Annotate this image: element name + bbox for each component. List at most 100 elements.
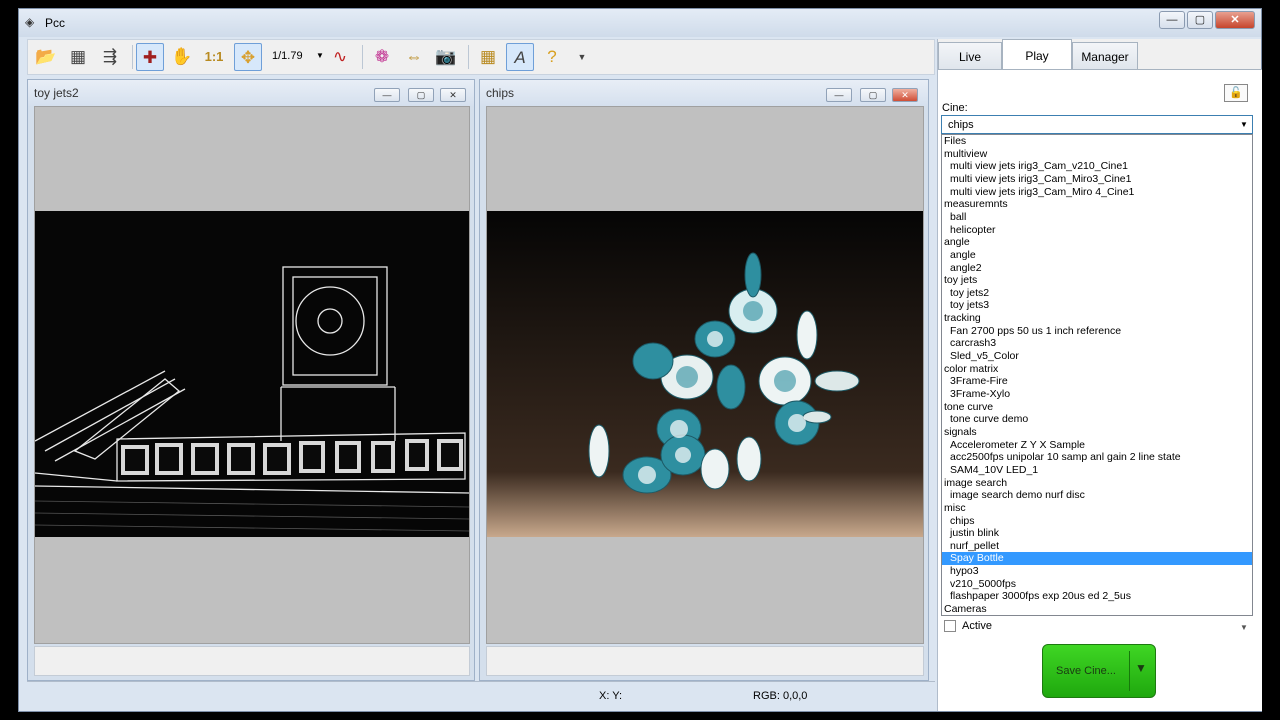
toolbar: 📂 ▦ ⇶ ✚ ✋ 1:1 ✥ 1/1.79 ▼ ∿ ❁ ⇔ 📷 ▦ A ? ▼: [27, 39, 935, 75]
app-icon: ◈: [25, 15, 35, 29]
dropdown-group-header[interactable]: Files: [942, 135, 1252, 148]
view-minimize-button[interactable]: —: [826, 88, 852, 102]
dropdown-option[interactable]: multi view jets irig3_Cam_Miro3_Cine1: [942, 173, 1252, 186]
cine-label: Cine:: [942, 102, 968, 114]
dropdown-option[interactable]: multi view jets irig3_Cam_v210_Cine1: [942, 160, 1252, 173]
view-title: chips: [486, 86, 515, 100]
crosshair-icon[interactable]: ✚: [136, 43, 164, 71]
dropdown-group-header[interactable]: signals: [942, 426, 1252, 439]
view-close-button[interactable]: ✕: [440, 88, 466, 102]
dropdown-option[interactable]: multi view jets irig3_Cam_Miro 4_Cine1: [942, 186, 1252, 199]
dropdown-option[interactable]: nurf_pellet: [942, 540, 1252, 553]
view-title-bar: chips — ▢ ✕: [480, 80, 928, 106]
maximize-button[interactable]: ▢: [1187, 11, 1213, 29]
save-options-arrow-icon[interactable]: ▼: [1135, 661, 1147, 675]
image-viewport[interactable]: [486, 106, 924, 644]
help-icon[interactable]: ?: [538, 43, 566, 71]
dropdown-group-header[interactable]: color matrix: [942, 363, 1252, 376]
control-panel: Live Play Manager 🔓 Cine: chips ▼ Files m…: [937, 39, 1262, 711]
dropdown-option[interactable]: helicopter: [942, 224, 1252, 237]
chevron-down-icon: ▼: [1240, 120, 1248, 129]
cursor-coordinates: X: Y:: [599, 690, 623, 702]
dropdown-group-header[interactable]: multiview: [942, 148, 1252, 161]
dropdown-option[interactable]: toy jets2: [942, 287, 1252, 300]
color-palette-icon[interactable]: ❁: [368, 43, 396, 71]
pixel-rgb-value: RGB: 0,0,0: [753, 690, 808, 702]
export-icon[interactable]: ⇶: [96, 43, 124, 71]
dropdown-option[interactable]: chips: [942, 515, 1252, 528]
dropdown-option[interactable]: acc2500fps unipolar 10 samp anl gain 2 l…: [942, 451, 1252, 464]
dropdown-group-header[interactable]: image search: [942, 477, 1252, 490]
play-tab-content: 🔓 Cine: chips ▼ Files multiview multi view…: [938, 69, 1262, 711]
window-title: Pcc: [45, 16, 66, 30]
dropdown-group-header[interactable]: measuremnts: [942, 198, 1252, 211]
dropdown-group-header[interactable]: angle: [942, 236, 1252, 249]
chevron-down-icon[interactable]: ▼: [1240, 623, 1248, 632]
pan-hand-icon[interactable]: ✋: [168, 43, 196, 71]
dropdown-option[interactable]: image search demo nurf disc: [942, 489, 1252, 502]
cine-dropdown-list[interactable]: Files multiview multi view jets irig3_Cam_…: [941, 134, 1253, 616]
save-cine-button[interactable]: Save Cine... ▼: [1042, 644, 1156, 698]
annotate-text-icon[interactable]: A: [506, 43, 534, 71]
unlock-icon[interactable]: 🔓: [1224, 84, 1248, 102]
save-cine-label: Save Cine...: [1056, 665, 1116, 677]
dropdown-option[interactable]: Accelerometer Z Y X Sample: [942, 439, 1252, 452]
dropdown-option[interactable]: carcrash3: [942, 337, 1252, 350]
view-maximize-button[interactable]: ▢: [860, 88, 886, 102]
close-button[interactable]: ✕: [1215, 11, 1255, 29]
dropdown-option[interactable]: Sled_v5_Color: [942, 350, 1252, 363]
tab-manager[interactable]: Manager: [1072, 42, 1138, 70]
dropdown-option[interactable]: v210_5000fps: [942, 578, 1252, 591]
view-info-bar: [34, 646, 470, 676]
view-window-toy-jets2[interactable]: toy jets2 — ▢ ✕: [27, 79, 475, 681]
dropdown-option[interactable]: Spay Bottle: [942, 552, 1252, 566]
dropdown-option[interactable]: 3Frame-Fire: [942, 375, 1252, 388]
histogram-icon[interactable]: ∿: [326, 43, 354, 71]
tab-label: Play: [1025, 49, 1049, 63]
view-window-chips[interactable]: chips — ▢ ✕: [479, 79, 929, 681]
dropdown-option[interactable]: SAM4_10V LED_1: [942, 464, 1252, 477]
dropdown-option[interactable]: 3Frame-Xylo: [942, 388, 1252, 401]
dropdown-group-header[interactable]: toy jets: [942, 274, 1252, 287]
dropdown-option[interactable]: angle2: [942, 262, 1252, 275]
more-arrow-icon[interactable]: ▼: [568, 43, 596, 71]
dropdown-option[interactable]: toy jets3: [942, 299, 1252, 312]
tile-windows-icon[interactable]: ▦: [474, 43, 502, 71]
dropdown-option[interactable]: ball: [942, 211, 1252, 224]
tab-play[interactable]: Play: [1002, 39, 1072, 70]
dropdown-group-header[interactable]: Cameras: [942, 603, 1252, 615]
flip-icon[interactable]: ⇔: [400, 43, 428, 71]
view-title: toy jets2: [34, 86, 79, 100]
poker-chips-frame-image: [487, 211, 923, 537]
dropdown-option[interactable]: hypo3: [942, 565, 1252, 578]
status-bar: X: Y: RGB: 0,0,0: [27, 681, 935, 707]
cine-select[interactable]: chips ▼: [941, 115, 1253, 134]
open-folder-icon[interactable]: 📂: [32, 43, 60, 71]
view-title-bar: toy jets2 — ▢ ✕: [28, 80, 474, 106]
view-close-button[interactable]: ✕: [892, 88, 918, 102]
zoom-1-to-1-icon[interactable]: 1:1: [200, 43, 228, 71]
button-divider: [1129, 651, 1130, 691]
active-label: Active: [962, 620, 992, 632]
multi-view-icon[interactable]: ▦: [64, 43, 92, 71]
toolbar-separator: [362, 45, 363, 69]
dropdown-group-header[interactable]: tracking: [942, 312, 1252, 325]
toy-jets-frame-image: [35, 211, 469, 537]
tab-live[interactable]: Live: [938, 42, 1002, 70]
zoom-dropdown-arrow[interactable]: ▼: [316, 51, 324, 60]
dropdown-option[interactable]: Fan 2700 pps 50 us 1 inch reference: [942, 325, 1252, 338]
camera-snapshot-icon[interactable]: 📷: [432, 43, 460, 71]
dropdown-option[interactable]: angle: [942, 249, 1252, 262]
active-checkbox[interactable]: [944, 620, 956, 632]
minimize-button[interactable]: —: [1159, 11, 1185, 29]
app-window: ◈ Pcc — ▢ ✕ 📂 ▦ ⇶ ✚ ✋ 1:1 ✥ 1/1.79 ▼ ∿ ❁…: [18, 8, 1262, 712]
dropdown-group-header[interactable]: tone curve: [942, 401, 1252, 414]
view-maximize-button[interactable]: ▢: [408, 88, 434, 102]
dropdown-option[interactable]: flashpaper 3000fps exp 20us ed 2_5us: [942, 590, 1252, 603]
dropdown-option[interactable]: justin blink: [942, 527, 1252, 540]
dropdown-group-header[interactable]: misc: [942, 502, 1252, 515]
dropdown-option[interactable]: tone curve demo: [942, 413, 1252, 426]
image-viewport[interactable]: [34, 106, 470, 644]
view-minimize-button[interactable]: —: [374, 88, 400, 102]
fit-move-icon[interactable]: ✥: [234, 43, 262, 71]
